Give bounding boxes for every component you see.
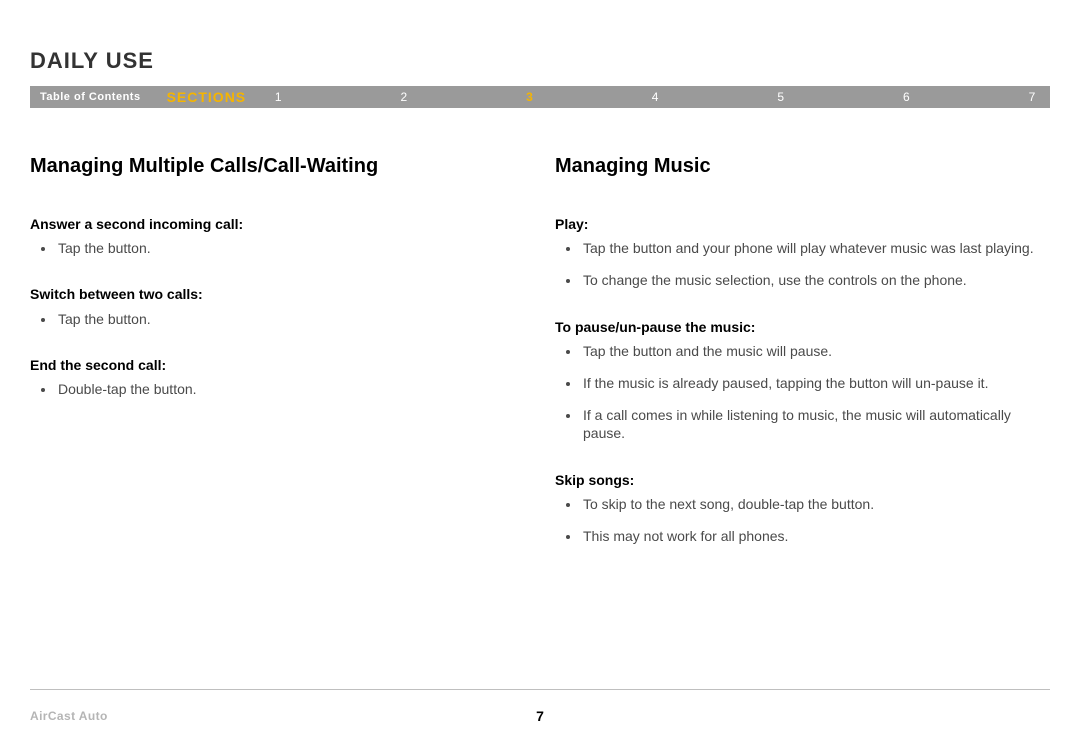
bullet-list: To skip to the next song, double-tap the… — [555, 495, 1050, 545]
column-right: Managing Music Play: Tap the button and … — [555, 153, 1050, 573]
list-item: To change the music selection, use the c… — [581, 271, 1050, 289]
list-item: Tap the button. — [56, 310, 525, 328]
group-title: End the second call: — [30, 356, 525, 374]
bullet-list: Tap the button and the music will pause.… — [555, 342, 1050, 443]
footer-divider — [30, 689, 1050, 690]
group-play: Play: Tap the button and your phone will… — [555, 215, 1050, 290]
list-item: Tap the button. — [56, 239, 525, 257]
bullet-list: Double-tap the button. — [30, 380, 525, 398]
section-link-3[interactable]: 3 — [523, 90, 535, 104]
list-item: Double-tap the button. — [56, 380, 525, 398]
heading-managing-music: Managing Music — [555, 153, 1050, 179]
section-nav-bar: Table of Contents SECTIONS 1 2 3 4 5 6 7 — [30, 86, 1050, 108]
page-section-title: DAILY USE — [30, 48, 1050, 74]
group-answer-second-call: Answer a second incoming call: Tap the b… — [30, 215, 525, 257]
section-numbers: 1 2 3 4 5 6 7 — [272, 90, 1050, 104]
page-footer: AirCast Auto 7 — [30, 689, 1050, 726]
list-item: To skip to the next song, double-tap the… — [581, 495, 1050, 513]
list-item: If a call comes in while listening to mu… — [581, 406, 1050, 442]
list-item: This may not work for all phones. — [581, 527, 1050, 545]
group-title: Switch between two calls: — [30, 285, 525, 303]
list-item: Tap the button and your phone will play … — [581, 239, 1050, 257]
list-item: If the music is already paused, tapping … — [581, 374, 1050, 392]
product-name: AirCast Auto — [30, 709, 108, 723]
page-number: 7 — [536, 708, 544, 724]
bullet-list: Tap the button and your phone will play … — [555, 239, 1050, 289]
group-end-second-call: End the second call: Double-tap the butt… — [30, 356, 525, 398]
group-title: Answer a second incoming call: — [30, 215, 525, 233]
group-title: Play: — [555, 215, 1050, 233]
page-root: DAILY USE Table of Contents SECTIONS 1 2… — [0, 0, 1080, 756]
toc-link[interactable]: Table of Contents — [30, 91, 151, 103]
section-link-2[interactable]: 2 — [398, 90, 410, 104]
sections-label: SECTIONS — [151, 89, 273, 105]
group-switch-calls: Switch between two calls: Tap the button… — [30, 285, 525, 327]
section-link-6[interactable]: 6 — [900, 90, 912, 104]
section-link-7[interactable]: 7 — [1026, 90, 1038, 104]
group-title: Skip songs: — [555, 471, 1050, 489]
bullet-list: Tap the button. — [30, 239, 525, 257]
group-title: To pause/un-pause the music: — [555, 318, 1050, 336]
content-columns: Managing Multiple Calls/Call-Waiting Ans… — [30, 153, 1050, 573]
bullet-list: Tap the button. — [30, 310, 525, 328]
column-left: Managing Multiple Calls/Call-Waiting Ans… — [30, 153, 555, 573]
section-link-5[interactable]: 5 — [775, 90, 787, 104]
group-skip-songs: Skip songs: To skip to the next song, do… — [555, 471, 1050, 546]
heading-managing-calls: Managing Multiple Calls/Call-Waiting — [30, 153, 525, 179]
section-link-1[interactable]: 1 — [272, 90, 284, 104]
list-item: Tap the button and the music will pause. — [581, 342, 1050, 360]
section-link-4[interactable]: 4 — [649, 90, 661, 104]
group-pause: To pause/un-pause the music: Tap the but… — [555, 318, 1050, 443]
footer-row: AirCast Auto 7 — [30, 706, 1050, 726]
